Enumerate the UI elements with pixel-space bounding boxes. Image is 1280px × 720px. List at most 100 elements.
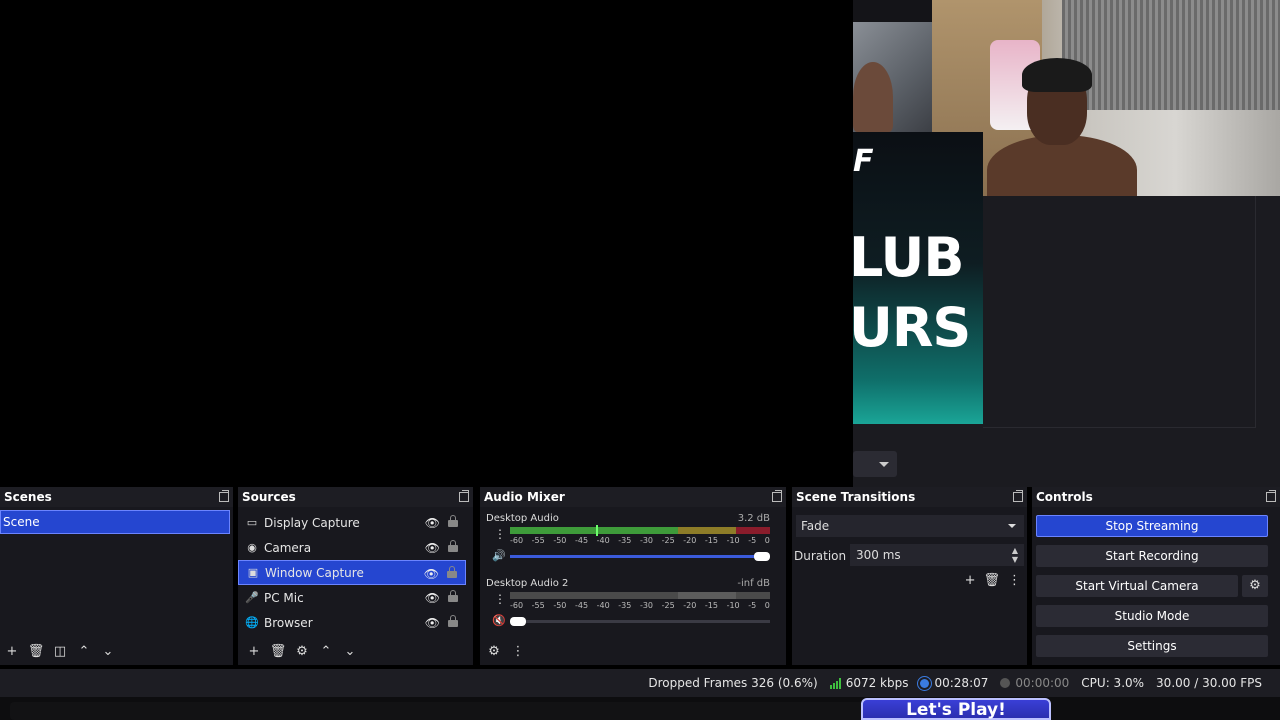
add-icon[interactable]: + xyxy=(965,573,976,588)
add-icon[interactable]: + xyxy=(242,641,266,661)
lock-icon[interactable] xyxy=(447,566,457,578)
lock-icon[interactable] xyxy=(448,615,458,627)
secondary-camera-feed xyxy=(853,22,932,132)
preview-dropdown[interactable] xyxy=(853,451,897,477)
volume-slider[interactable] xyxy=(510,552,770,561)
scene-item[interactable]: Scene xyxy=(0,510,230,534)
muted-speaker-icon[interactable]: 🔇 xyxy=(492,614,506,627)
move-up-icon[interactable]: ⌃ xyxy=(314,641,338,661)
add-icon[interactable]: + xyxy=(0,641,24,661)
peak-indicator xyxy=(596,525,598,536)
preview-canvas[interactable]: F LUB URS xyxy=(0,0,1280,487)
stream-timer: 00:28:07 xyxy=(920,676,988,690)
kebab-menu-icon[interactable]: ⋮ xyxy=(494,527,506,541)
brand-line-2: URS xyxy=(853,296,971,359)
meter-scale: -60 -55 -50 -45 -40 -35 -30 -25 -20 -15 -10 -5 0 xyxy=(510,601,770,610)
brand-mark: F xyxy=(853,144,874,179)
controls-dock: Controls Stop Streaming Start Recording … xyxy=(1032,487,1280,665)
brand-line-1: LUB xyxy=(853,226,964,289)
status-bar: Dropped Frames 326 (0.6%) 6072 kbps 00:2… xyxy=(0,669,1280,697)
microphone-icon: 🎤 xyxy=(245,591,259,604)
sources-list: ▭ Display Capture 👁 ◉ Camera 👁 ▣ Window … xyxy=(238,510,466,635)
mixer-header: Audio Mixer xyxy=(480,487,786,507)
transitions-toolbar: + 🗑 ⋮ xyxy=(965,573,1021,588)
mixer-channel-desktop-audio: Desktop Audio 3.2 dB ⋮ -60 -55 -50 -45 -40 -3… xyxy=(486,513,770,562)
volume-meter xyxy=(510,592,770,599)
webcam-feed[interactable] xyxy=(932,0,1280,196)
float-dock-icon[interactable] xyxy=(1266,490,1276,502)
move-up-icon[interactable]: ⌃ xyxy=(72,641,96,661)
scenes-dock: Scenes Scene + 🗑 ◫ ⌃ ⌄ xyxy=(0,487,233,665)
stream-time: 00:28:07 xyxy=(934,676,989,690)
gear-icon[interactable]: ⚙ xyxy=(290,641,314,661)
sources-dock: Sources ▭ Display Capture 👁 ◉ Camera 👁 ▣… xyxy=(238,487,473,665)
settings-button[interactable]: Settings xyxy=(1036,635,1268,657)
bitrate-value: 6072 kbps xyxy=(845,676,909,690)
scenes-header: Scenes xyxy=(0,487,233,507)
volume-slider[interactable] xyxy=(510,617,770,626)
eye-icon[interactable]: 👁 xyxy=(424,567,439,581)
camera-icon: ◉ xyxy=(247,541,257,554)
filter-icon[interactable]: ◫ xyxy=(48,641,72,661)
eye-icon[interactable]: 👁 xyxy=(425,616,440,630)
start-virtual-camera-button[interactable]: Start Virtual Camera xyxy=(1036,575,1238,597)
kebab-menu-icon[interactable]: ⋮ xyxy=(494,592,506,606)
source-label: Camera xyxy=(264,540,312,555)
window-icon: ▣ xyxy=(247,566,259,579)
source-row-camera[interactable]: ◉ Camera 👁 xyxy=(238,535,466,560)
controls-title: Controls xyxy=(1036,490,1093,504)
source-row-pc-mic[interactable]: 🎤 PC Mic 👁 xyxy=(238,585,466,610)
speaker-icon[interactable]: 🔊 xyxy=(492,549,506,562)
start-recording-button[interactable]: Start Recording xyxy=(1036,545,1268,567)
channel-db: -inf dB xyxy=(737,578,770,589)
globe-icon: 🌐 xyxy=(245,616,259,629)
spin-arrows-icon[interactable]: ▲ ▼ xyxy=(1012,546,1018,564)
taskbar-strip xyxy=(0,697,1280,720)
studio-mode-button[interactable]: Studio Mode xyxy=(1036,605,1268,627)
float-dock-icon[interactable] xyxy=(219,490,229,502)
float-dock-icon[interactable] xyxy=(772,490,782,502)
float-dock-icon[interactable] xyxy=(459,490,469,502)
signal-bars-icon xyxy=(829,677,841,689)
sources-toolbar: + 🗑 ⚙ ⌃ ⌄ xyxy=(242,641,362,661)
striped-wall xyxy=(1062,0,1280,110)
lock-icon[interactable] xyxy=(448,515,458,527)
slider-handle[interactable] xyxy=(754,552,770,561)
duration-label: Duration xyxy=(794,549,847,563)
source-row-browser[interactable]: 🌐 Browser 👁 xyxy=(238,610,466,635)
source-label: PC Mic xyxy=(264,590,304,605)
kebab-menu-icon[interactable]: ⋮ xyxy=(506,641,530,661)
eye-icon[interactable]: 👁 xyxy=(425,591,440,605)
bitrate-indicator: 6072 kbps xyxy=(829,676,909,690)
source-row-window-capture[interactable]: ▣ Window Capture 👁 xyxy=(238,560,466,585)
float-dock-icon[interactable] xyxy=(1013,490,1023,502)
trash-icon[interactable]: 🗑 xyxy=(983,573,1000,588)
stop-streaming-button[interactable]: Stop Streaming xyxy=(1036,515,1268,537)
gear-icon[interactable]: ⚙ xyxy=(1242,575,1268,597)
trash-icon[interactable]: 🗑 xyxy=(24,641,48,661)
obs-window: F LUB URS Scenes Scene + 🗑 ◫ ⌃ ⌄ Sources xyxy=(0,0,1280,720)
mixer-channel-desktop-audio-2: Desktop Audio 2 -inf dB ⋮ -60 -55 -50 -45 -4… xyxy=(486,578,770,627)
dropped-frames: Dropped Frames 326 (0.6%) xyxy=(648,676,818,690)
transition-select[interactable]: Fade xyxy=(796,515,1024,537)
scene-transitions-dock: Scene Transitions Fade Duration 300 ms ▲… xyxy=(792,487,1027,665)
duration-input[interactable]: 300 ms ▲ ▼ xyxy=(850,544,1024,566)
eye-icon[interactable]: 👁 xyxy=(425,541,440,555)
sources-header: Sources xyxy=(238,487,473,507)
volume-meter xyxy=(510,525,770,536)
kebab-menu-icon[interactable]: ⋮ xyxy=(1008,573,1021,588)
duration-value: 300 ms xyxy=(856,548,901,562)
advanced-audio-gear-icon[interactable]: ⚙ xyxy=(482,641,506,661)
source-label: Browser xyxy=(264,615,313,630)
eye-icon[interactable]: 👁 xyxy=(425,516,440,530)
lock-icon[interactable] xyxy=(448,540,458,552)
meter-scale: -60 -55 -50 -45 -40 -35 -30 -25 -20 -15 -10 -5 0 xyxy=(510,536,770,545)
slider-handle[interactable] xyxy=(510,617,526,626)
move-down-icon[interactable]: ⌄ xyxy=(96,641,120,661)
sources-title: Sources xyxy=(242,490,296,504)
durag xyxy=(1022,58,1092,92)
lock-icon[interactable] xyxy=(448,590,458,602)
source-row-display-capture[interactable]: ▭ Display Capture 👁 xyxy=(238,510,466,535)
trash-icon[interactable]: 🗑 xyxy=(266,641,290,661)
move-down-icon[interactable]: ⌄ xyxy=(338,641,362,661)
